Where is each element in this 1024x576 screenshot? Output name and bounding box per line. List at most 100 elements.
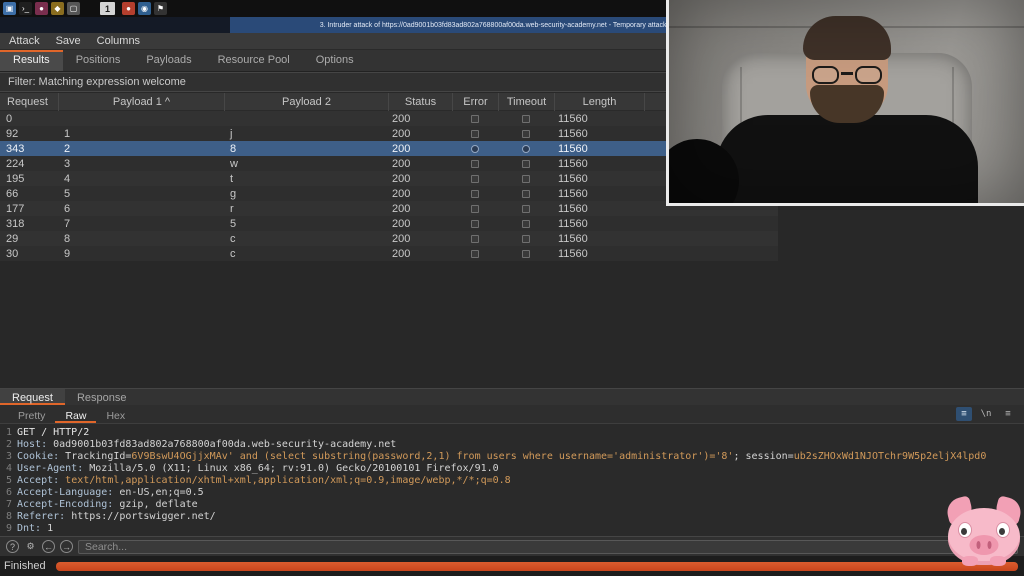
search-input[interactable]: [78, 540, 1018, 554]
table-row[interactable]: 1954t20011560: [0, 171, 778, 186]
newline-icon[interactable]: \n: [978, 407, 994, 421]
tab-raw[interactable]: Raw: [55, 405, 96, 423]
line-number: 4: [2, 463, 12, 475]
table-row[interactable]: 665g20011560: [0, 186, 778, 201]
column-header-error[interactable]: Error: [452, 93, 498, 111]
table-row[interactable]: 309c20011560: [0, 246, 778, 261]
table-row[interactable]: 020011560: [0, 111, 778, 126]
cell-payload1: 8: [58, 231, 224, 246]
cell-error: [452, 156, 498, 171]
tab-hex[interactable]: Hex: [96, 405, 135, 423]
error-checkbox: [471, 175, 479, 183]
colorize-icon[interactable]: ≡: [956, 407, 972, 421]
cell-error: [452, 171, 498, 186]
obs-icon[interactable]: ◉: [138, 2, 151, 15]
terminal-icon[interactable]: ›_: [19, 2, 32, 15]
request-line: 4User-Agent: Mozilla/5.0 (X11; Linux x86…: [0, 463, 1024, 475]
timeout-checkbox: [522, 175, 530, 183]
status-bar: Finished: [0, 556, 1024, 576]
table-row[interactable]: 1776r20011560: [0, 201, 778, 216]
cell-status: 200: [388, 186, 452, 201]
workspace-indicator[interactable]: 1: [100, 2, 115, 15]
request-text-segment: gzip, deflate: [119, 499, 197, 510]
person-glasses: [806, 66, 888, 86]
cell-request: 343: [0, 141, 58, 156]
cell-length: 11560: [554, 201, 644, 216]
window-app-icon[interactable]: ▢: [67, 2, 80, 15]
cell-status: 200: [388, 156, 452, 171]
code-app-icon[interactable]: ▣: [3, 2, 16, 15]
tab-pretty[interactable]: Pretty: [8, 405, 55, 423]
error-checkbox: [471, 250, 479, 258]
request-line: 3Cookie: TrackingId=6V9BswU4OGjjxMAv' an…: [0, 451, 1024, 463]
timeout-checkbox: [522, 235, 530, 243]
editor-menu-icon[interactable]: ≡: [1000, 407, 1016, 421]
request-line: 8Referer: https://portswigger.net/: [0, 511, 1024, 523]
menu-attack[interactable]: Attack: [9, 35, 40, 47]
cell-payload2: [224, 111, 388, 126]
tab-resource-pool[interactable]: Resource Pool: [205, 50, 303, 71]
cell-payload1: 5: [58, 186, 224, 201]
cell-status: 200: [388, 246, 452, 261]
cell-timeout: [498, 111, 554, 126]
browser-icon[interactable]: ●: [35, 2, 48, 15]
column-header-status[interactable]: Status: [388, 93, 452, 111]
line-number: 5: [2, 475, 12, 487]
column-header-payload2[interactable]: Payload 2: [224, 93, 388, 111]
column-header-payload1[interactable]: Payload 1 ^: [58, 93, 224, 111]
prev-match-icon[interactable]: ←: [42, 540, 55, 553]
request-line: 6Accept-Language: en-US,en;q=0.5: [0, 487, 1024, 499]
error-checkbox: [471, 160, 479, 168]
screen: ▣›_●◆▢ 1 ●◉⚑ 3. Intruder attack of https…: [0, 0, 1024, 576]
table-row[interactable]: 298c20011560: [0, 231, 778, 246]
request-text-segment: Mozilla/5.0 (X11; Linux x86_64; rv:91.0)…: [89, 463, 498, 474]
request-editor[interactable]: 1GET / HTTP/22Host: 0ad9001b03fd83ad802a…: [0, 424, 1024, 536]
settings-icon[interactable]: ⚙: [24, 540, 37, 553]
column-header-request[interactable]: Request: [0, 93, 58, 111]
request-text-segment: 1: [47, 523, 53, 534]
timeout-checkbox: [522, 190, 530, 198]
cell-length: 11560: [554, 156, 644, 171]
cell-length: 11560: [554, 171, 644, 186]
menu-save[interactable]: Save: [56, 35, 81, 47]
message-tabs: Request Response: [0, 388, 1024, 405]
table-row[interactable]: 3187520011560: [0, 216, 778, 231]
table-row[interactable]: 3432820011560: [0, 141, 778, 156]
record-icon[interactable]: ●: [122, 2, 135, 15]
cell-length: 11560: [554, 246, 644, 261]
menu-columns[interactable]: Columns: [97, 35, 140, 47]
cell-request: 30: [0, 246, 58, 261]
flag-icon[interactable]: ⚑: [154, 2, 167, 15]
editor-search-bar: ? ⚙ ← →: [0, 536, 1024, 556]
tab-options[interactable]: Options: [303, 50, 367, 71]
request-line: 1GET / HTTP/2: [0, 427, 1024, 439]
paint-app-icon[interactable]: ◆: [51, 2, 64, 15]
tab-positions[interactable]: Positions: [63, 50, 134, 71]
tab-request[interactable]: Request: [0, 389, 65, 405]
column-header-length[interactable]: Length: [554, 93, 644, 111]
line-number: 8: [2, 511, 12, 523]
tab-response[interactable]: Response: [65, 389, 139, 405]
request-text-segment: text/html,application/xhtml+xml,applicat…: [65, 475, 511, 486]
request-line: 2Host: 0ad9001b03fd83ad802a768800af00da.…: [0, 439, 1024, 451]
tab-results[interactable]: Results: [0, 50, 63, 71]
request-text-segment: TrackingId=: [65, 451, 131, 462]
cell-filler: [644, 231, 778, 246]
cell-status: 200: [388, 216, 452, 231]
column-header-timeout[interactable]: Timeout: [498, 93, 554, 111]
cell-payload1: 7: [58, 216, 224, 231]
taskbar-icons-right: ●◉⚑: [122, 2, 167, 15]
person-hair: [803, 16, 891, 60]
tab-payloads[interactable]: Payloads: [133, 50, 204, 71]
help-icon[interactable]: ?: [6, 540, 19, 553]
request-text-segment: Cookie:: [17, 451, 65, 462]
table-row[interactable]: 921j20011560: [0, 126, 778, 141]
error-checkbox: [471, 205, 479, 213]
cell-status: 200: [388, 231, 452, 246]
next-match-icon[interactable]: →: [60, 540, 73, 553]
error-checkbox: [471, 145, 479, 153]
cell-payload2: 5: [224, 216, 388, 231]
cell-payload2: g: [224, 186, 388, 201]
error-checkbox: [471, 115, 479, 123]
table-row[interactable]: 2243w20011560: [0, 156, 778, 171]
